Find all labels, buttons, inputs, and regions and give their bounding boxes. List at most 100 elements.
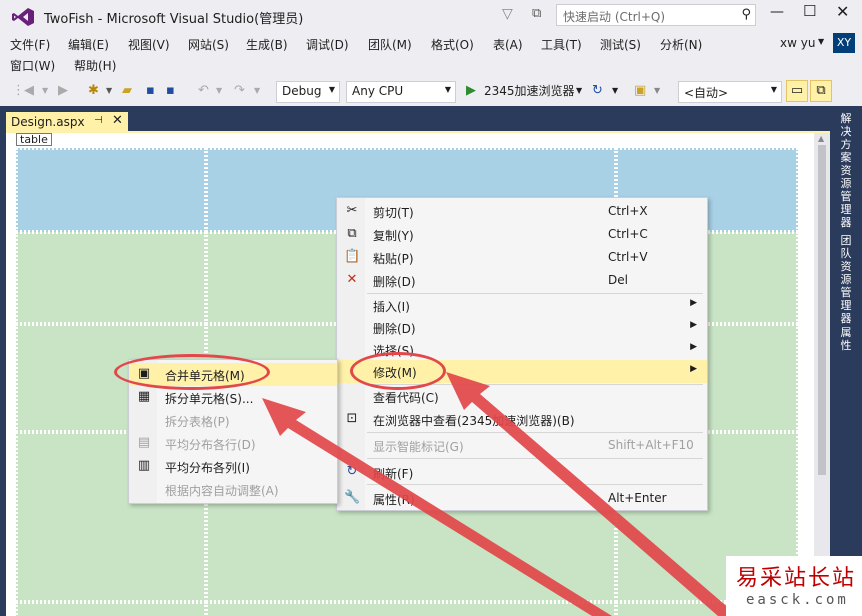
menu-team[interactable]: 团队(M): [368, 36, 412, 53]
menu-edit[interactable]: 编辑(E): [68, 36, 109, 53]
new-project-icon[interactable]: ✱: [88, 81, 99, 101]
chevron-down-icon[interactable]: ▼: [254, 81, 260, 101]
platform-select[interactable]: Any CPU ▼: [346, 81, 456, 103]
menu-item-label: 删除(D): [373, 275, 416, 289]
menu-item-delete-sub[interactable]: 删除(D) ▶: [337, 316, 707, 339]
menu-analyze[interactable]: 分析(N): [660, 36, 702, 53]
maximize-button[interactable]: ☐: [803, 2, 816, 20]
user-name[interactable]: xw yu: [780, 36, 815, 50]
menu-item-label: 查看代码(C): [373, 391, 439, 405]
pin-icon[interactable]: ⊣: [94, 115, 103, 126]
menu-item-view-in-browser[interactable]: ⊡ 在浏览器中查看(2345加速浏览器)(B): [337, 408, 707, 431]
menu-item-split-cells[interactable]: ▦ 拆分单元格(S)...: [129, 386, 337, 409]
menu-item-distribute-columns[interactable]: ▥ 平均分布各列(I): [129, 455, 337, 478]
copy-icon: ⧉: [347, 226, 357, 241]
menu-debug[interactable]: 调试(D): [306, 36, 349, 53]
menu-item-properties[interactable]: 🔧 属性(R) Alt+Enter: [337, 487, 707, 510]
menu-item-label: 刷新(F): [373, 467, 414, 481]
menu-item-label: 根据内容自动调整(A): [165, 484, 279, 498]
close-icon[interactable]: ✕: [112, 113, 123, 128]
chevron-down-icon[interactable]: ▼: [818, 37, 824, 46]
back-icon[interactable]: ◀: [24, 81, 34, 101]
table-cell[interactable]: [16, 602, 206, 616]
chevron-down-icon[interactable]: ▼: [42, 81, 48, 101]
chevron-down-icon[interactable]: ▼: [654, 81, 660, 101]
refresh-icon[interactable]: ↻: [592, 81, 603, 101]
refresh-icon: ↻: [346, 464, 358, 479]
vertical-scrollbar[interactable]: ▲: [814, 133, 830, 616]
menu-website[interactable]: 网站(S): [188, 36, 229, 53]
browser-link-icon[interactable]: ▣: [634, 81, 646, 101]
visual-studio-logo-icon: [12, 8, 34, 26]
chevron-down-icon: ▼: [770, 85, 777, 94]
search-icon[interactable]: ⚲: [741, 7, 751, 22]
redo-icon[interactable]: ↷: [234, 81, 245, 101]
menu-item-split-table: 拆分表格(P): [129, 409, 337, 432]
menu-item-refresh[interactable]: ↻ 刷新(F): [337, 461, 707, 484]
save-all-icon[interactable]: ▪: [166, 81, 175, 101]
menu-item-copy[interactable]: ⧉ 复制(Y) Ctrl+C: [337, 223, 707, 246]
distribute-rows-icon: ▤: [137, 435, 151, 450]
menu-separator: [367, 458, 703, 459]
table-cell[interactable]: [206, 602, 616, 616]
side-tab-properties[interactable]: 属性: [837, 326, 855, 352]
target-select[interactable]: <自动> ▼: [678, 81, 782, 103]
run-browser-button[interactable]: 2345加速浏览器: [484, 81, 575, 101]
menu-item-label: 粘贴(P): [373, 252, 414, 266]
menu-view[interactable]: 视图(V): [128, 36, 170, 53]
menu-table[interactable]: 表(A): [493, 36, 523, 53]
title-bar: TwoFish - Microsoft Visual Studio(管理员) ▽…: [0, 0, 862, 32]
menu-item-label: 删除(D): [373, 322, 416, 336]
close-window-button[interactable]: ✕: [836, 2, 849, 21]
chevron-down-icon[interactable]: ▼: [106, 81, 112, 101]
quick-launch-placeholder: 快速启动 (Ctrl+Q): [563, 10, 666, 24]
side-tab-solution-explorer[interactable]: 解决方案资源管理器: [837, 112, 855, 229]
feedback-icon[interactable]: ⧉: [532, 6, 541, 21]
menu-tools[interactable]: 工具(T): [541, 36, 582, 53]
chevron-down-icon[interactable]: ▼: [612, 81, 618, 101]
menu-help[interactable]: 帮助(H): [74, 57, 116, 74]
menu-item-delete[interactable]: ✕ 删除(D) Del: [337, 269, 707, 292]
menu-item-cut[interactable]: ✂ 剪切(T) Ctrl+X: [337, 200, 707, 223]
menu-file[interactable]: 文件(F): [10, 36, 50, 53]
menu-item-paste[interactable]: 📋 粘贴(P) Ctrl+V: [337, 246, 707, 269]
configuration-select[interactable]: Debug ▼: [276, 81, 340, 103]
menu-item-insert[interactable]: 插入(I) ▶: [337, 294, 707, 317]
menu-item-shortcut: Shift+Alt+F10: [608, 438, 694, 452]
menu-item-label: 复制(Y): [373, 229, 414, 243]
table-cell[interactable]: [16, 232, 206, 324]
save-icon[interactable]: ▪: [146, 81, 155, 101]
menu-item-autofit: 根据内容自动调整(A): [129, 478, 337, 501]
menu-window[interactable]: 窗口(W): [10, 57, 55, 74]
watermark-url: easck.com: [746, 592, 849, 608]
scrollbar-thumb[interactable]: [818, 145, 826, 475]
filter-icon[interactable]: ▽: [502, 6, 513, 22]
avatar[interactable]: XY: [833, 33, 855, 53]
table-cell[interactable]: [16, 148, 206, 232]
scroll-up-icon[interactable]: ▲: [818, 134, 824, 143]
design-view-icon[interactable]: ▭: [786, 80, 808, 102]
menu-build[interactable]: 生成(B): [246, 36, 288, 53]
open-folder-icon[interactable]: ▰: [122, 81, 132, 101]
quick-launch-input[interactable]: 快速启动 (Ctrl+Q) ⚲: [556, 4, 756, 26]
side-tab-team-explorer[interactable]: 团队资源管理器: [837, 234, 855, 325]
chevron-down-icon[interactable]: ▼: [576, 81, 582, 101]
split-cells-icon: ▦: [137, 389, 151, 404]
minimize-button[interactable]: —: [770, 4, 784, 20]
menu-format[interactable]: 格式(O): [431, 36, 474, 53]
platform-value: Any CPU: [352, 84, 404, 98]
menu-item-label: 显示智能标记(G): [373, 440, 464, 454]
menu-item-shortcut: Del: [608, 273, 628, 287]
target-value: <自动>: [684, 86, 729, 100]
menu-test[interactable]: 测试(S): [600, 36, 641, 53]
play-icon[interactable]: ▶: [466, 81, 476, 101]
tab-design-aspx[interactable]: Design.aspx ⊣ ✕: [6, 112, 128, 132]
menu-item-label: 在浏览器中查看(2345加速浏览器)(B): [373, 414, 575, 428]
chevron-down-icon[interactable]: ▼: [216, 81, 222, 101]
side-panel-tabs: 解决方案资源管理器 团队资源管理器 属性: [830, 106, 862, 616]
undo-icon[interactable]: ↶: [198, 81, 209, 101]
forward-icon[interactable]: ▶: [58, 81, 68, 101]
submenu-arrow-icon: ▶: [690, 342, 697, 352]
menu-item-shortcut: Alt+Enter: [608, 491, 667, 505]
split-view-icon[interactable]: ⧉: [810, 80, 832, 102]
